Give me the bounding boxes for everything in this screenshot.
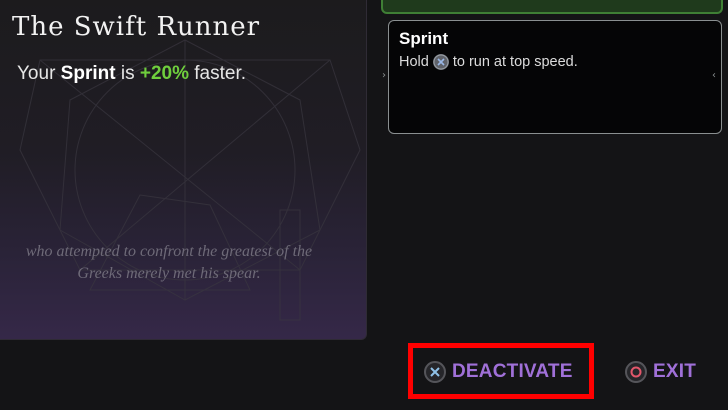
circle-button-icon <box>625 361 647 383</box>
effect-mid: is <box>120 63 135 84</box>
ability-effect: Your Sprint is +20% faster. <box>17 63 246 85</box>
exit-button[interactable]: EXIT <box>625 361 696 383</box>
decorative-geometry <box>19 39 361 321</box>
cross-button-icon <box>432 54 449 70</box>
equipped-slot-frame[interactable] <box>381 0 723 14</box>
ability-card: The Swift Runner Your Sprint is +20% fas… <box>0 0 367 340</box>
deactivate-label: DEACTIVATE <box>452 361 573 382</box>
effect-suffix: faster. <box>194 63 247 84</box>
flavor-text: who attempted to confront the greatest o… <box>0 241 344 285</box>
skill-desc-before: Hold <box>399 54 429 70</box>
skill-name: Sprint <box>399 29 449 48</box>
flavor-line-2: Greeks merely met his spear. <box>77 265 261 282</box>
ability-title: The Swift Runner <box>12 12 261 42</box>
left-edge-chevron-icon: › <box>382 70 386 81</box>
skill-desc-after: to run at top speed. <box>452 54 578 70</box>
effect-keyword: Sprint <box>60 63 116 84</box>
deactivate-button[interactable]: DEACTIVATE <box>424 361 573 383</box>
flavor-line-1: who attempted to confront the greatest o… <box>25 243 313 260</box>
skill-card-sprint[interactable]: Sprint Hold to run at top speed. <box>388 20 722 134</box>
cross-button-icon <box>424 361 446 383</box>
effect-value: +20% <box>139 63 189 84</box>
effect-prefix: Your <box>17 63 56 84</box>
exit-label: EXIT <box>653 361 697 382</box>
right-edge-chevron-icon: ‹ <box>712 70 716 81</box>
skill-description: Hold to run at top speed. <box>399 54 578 70</box>
